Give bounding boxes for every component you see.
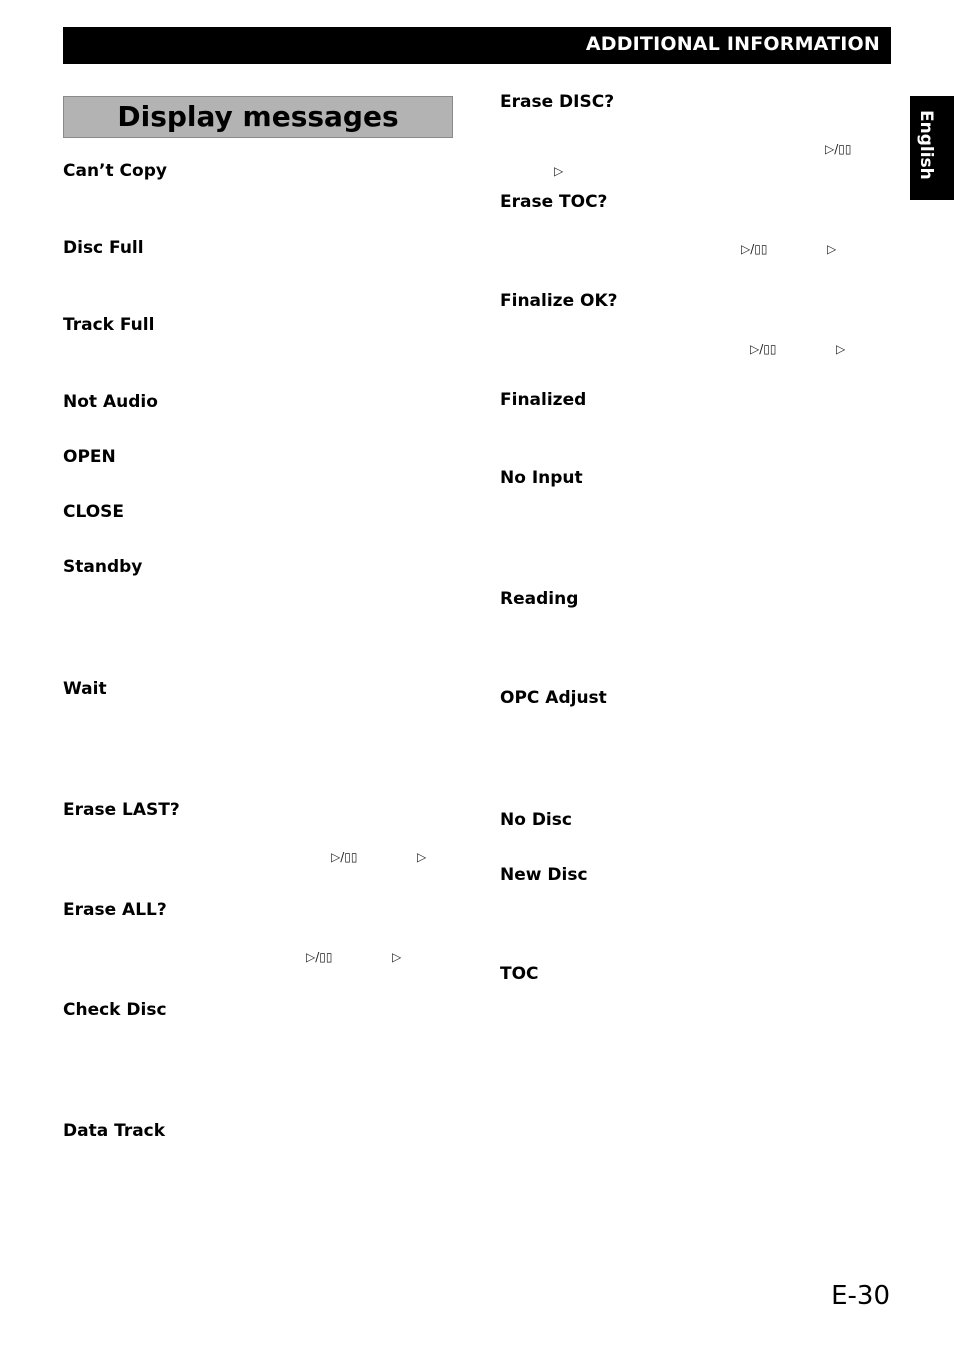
message-term: Can’t Copy — [63, 161, 167, 181]
message-term: Wait — [63, 679, 107, 699]
play-pause-icon: ▷/▯▯ — [825, 142, 852, 156]
message-term: Finalized — [500, 390, 587, 410]
play-icon: ▷ — [827, 242, 837, 256]
section-header-bar: ADDITIONAL INFORMATION — [63, 27, 891, 64]
language-label: English — [916, 110, 936, 180]
message-term: OPEN — [63, 447, 116, 467]
play-pause-icon: ▷/▯▯ — [331, 850, 358, 864]
message-term: Disc Full — [63, 238, 144, 258]
message-term: Erase ALL? — [63, 900, 167, 920]
message-term: Erase TOC? — [500, 192, 608, 212]
message-term: No Input — [500, 468, 583, 488]
play-icon: ▷ — [554, 164, 564, 178]
section-title-box: Display messages — [63, 96, 453, 138]
message-term: No Disc — [500, 810, 572, 830]
page-title: Display messages — [117, 100, 399, 133]
header-title: ADDITIONAL INFORMATION — [585, 33, 880, 55]
message-term: OPC Adjust — [500, 688, 607, 708]
message-term: Finalize OK? — [500, 291, 618, 311]
play-icon: ▷ — [417, 850, 427, 864]
message-term: Data Track — [63, 1121, 166, 1141]
play-pause-icon: ▷/▯▯ — [306, 950, 333, 964]
message-term: Track Full — [63, 315, 155, 335]
language-tab: English — [910, 96, 954, 200]
message-term: CLOSE — [63, 502, 125, 522]
message-term: New Disc — [500, 865, 588, 885]
page-number: E-30 — [831, 1281, 890, 1311]
play-pause-icon: ▷/▯▯ — [741, 242, 768, 256]
message-term: Check Disc — [63, 1000, 167, 1020]
play-icon: ▷ — [836, 342, 846, 356]
play-pause-icon: ▷/▯▯ — [750, 342, 777, 356]
message-term: Standby — [63, 557, 143, 577]
message-term: Erase DISC? — [500, 92, 615, 112]
play-icon: ▷ — [392, 950, 402, 964]
message-term: Erase LAST? — [63, 800, 180, 820]
message-term: Reading — [500, 589, 579, 609]
message-term: Not Audio — [63, 392, 158, 412]
message-term: TOC — [500, 964, 539, 984]
